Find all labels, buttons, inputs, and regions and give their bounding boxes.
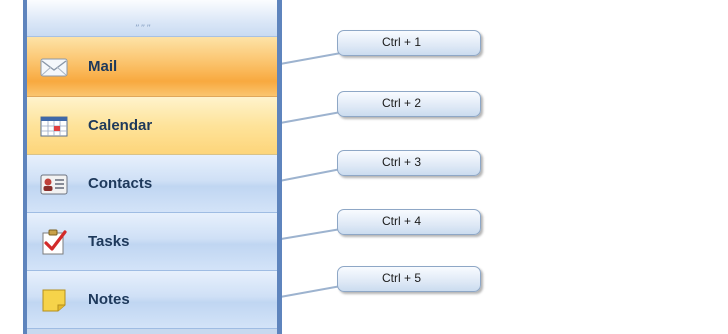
navigation-pane: ””” Mail Calendar Contacts Tasks Notes [23,0,282,334]
shortcut-text: Ctrl + 2 [382,96,422,110]
pane-resize-grip[interactable]: ””” [27,0,277,37]
nav-item-label: Mail [88,58,118,75]
nav-item-label: Contacts [88,175,153,192]
mail-icon [39,55,69,79]
calendar-icon [39,114,69,138]
notes-icon [39,288,69,312]
nav-item-mail[interactable]: Mail [27,37,277,97]
nav-item-calendar[interactable]: Calendar [27,97,277,155]
shortcut-text: Ctrl + 4 [382,214,422,228]
nav-item-contacts[interactable]: Contacts [27,155,277,213]
shortcut-callout-tasks: Ctrl + 4 [337,209,481,235]
nav-item-label: Tasks [88,233,130,250]
nav-item-label: Notes [88,291,130,308]
shortcut-callout-mail: Ctrl + 1 [337,30,481,56]
shortcut-text: Ctrl + 5 [382,271,422,285]
shortcut-callout-notes: Ctrl + 5 [337,266,481,292]
shortcut-text: Ctrl + 1 [382,35,422,49]
nav-item-label: Calendar [88,117,153,134]
contacts-icon [39,172,69,196]
shortcut-callout-calendar: Ctrl + 2 [337,91,481,117]
shortcut-text: Ctrl + 3 [382,155,422,169]
nav-item-tasks[interactable]: Tasks [27,213,277,271]
tasks-icon [39,229,69,254]
nav-item-notes[interactable]: Notes [27,271,277,329]
shortcut-callout-contacts: Ctrl + 3 [337,150,481,176]
grip-dots: ””” [135,24,152,34]
